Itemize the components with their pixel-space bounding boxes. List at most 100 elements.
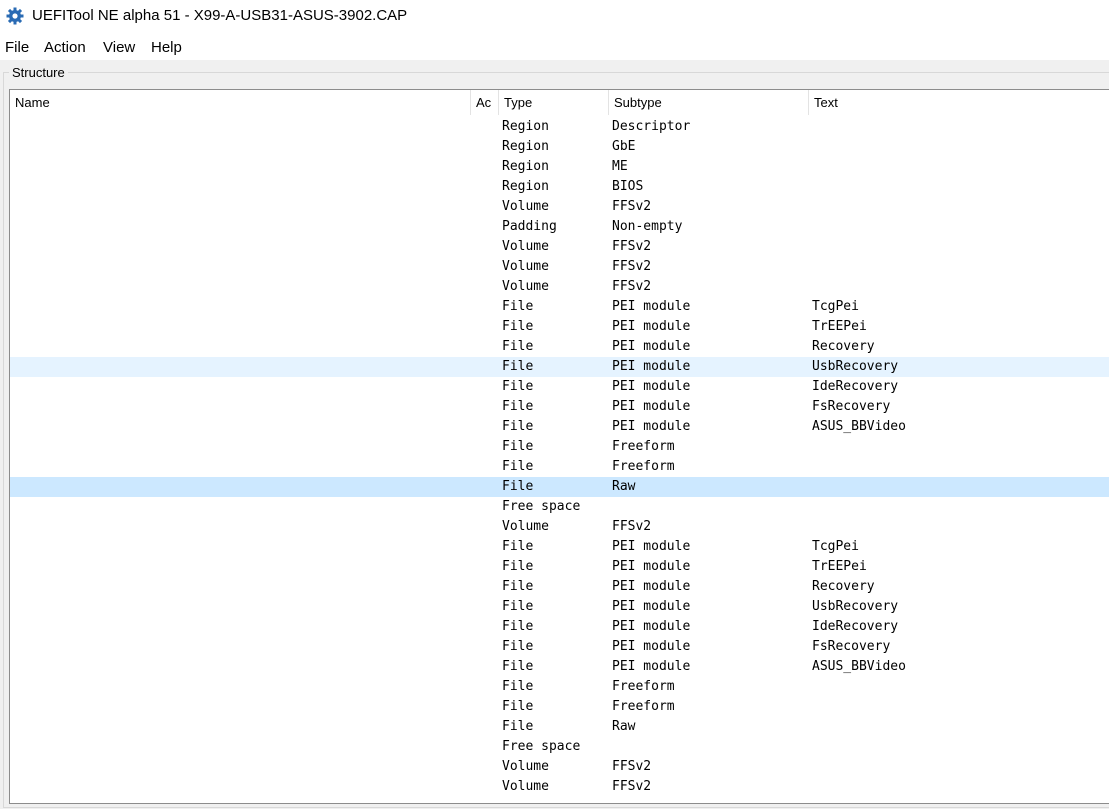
row-subtype: Descriptor	[612, 119, 691, 134]
row-text: ASUS_BBVideo	[812, 419, 906, 434]
row-text: UsbRecovery	[812, 359, 899, 374]
row-subtype: PEI module	[612, 399, 691, 414]
tree-row[interactable]: ›EfiFirmwareFileSystem2GuidVolumeFFSv2	[10, 237, 1109, 257]
row-subtype: PEI module	[612, 619, 691, 634]
tree-row[interactable]: ME regionRegionME	[10, 157, 1109, 177]
row-subtype: FFSv2	[612, 759, 652, 774]
tree-row[interactable]: ›UsbBotPeiFilePEI moduleUsbRecovery	[10, 597, 1109, 617]
column-header-type[interactable]: Type	[499, 90, 609, 115]
row-type: Free space	[502, 739, 581, 754]
row-subtype: GbE	[612, 139, 636, 154]
tree-row[interactable]: ›7ECD9C20-68B9-4A6F-B515-D64FF500B109Fil…	[10, 637, 1109, 657]
row-type: File	[502, 439, 534, 454]
row-type: Free space	[502, 499, 581, 514]
row-subtype: PEI module	[612, 379, 691, 394]
row-text: TrEEPei	[812, 559, 867, 574]
tree-row[interactable]: ›TcgPeiFilePEI moduleTcgPei	[10, 297, 1109, 317]
menu-file[interactable]: File	[5, 39, 29, 56]
row-subtype: FFSv2	[612, 259, 652, 274]
row-type: File	[502, 399, 534, 414]
tree-row[interactable]: ›9A1E0C57-9FA9-437B-84E6-8254FEF3ACE3Fil…	[10, 457, 1109, 477]
row-text: FsRecovery	[812, 399, 891, 414]
tree-row[interactable]: ›E1AF9F5B-7CDE-4F98-91ED-5E67868282B8Fil…	[10, 417, 1109, 437]
row-subtype: Raw	[612, 719, 636, 734]
row-type: File	[502, 679, 534, 694]
row-subtype: FFSv2	[612, 199, 652, 214]
menu-help[interactable]: Help	[151, 39, 182, 56]
tree-row[interactable]: Volume free spaceFree space	[10, 497, 1109, 517]
row-subtype: Raw	[612, 479, 636, 494]
row-type: File	[502, 359, 534, 374]
tree-row[interactable]: ›5C60F367-A505-419A-859E-2A4FF6CA6FE5Vol…	[10, 257, 1109, 277]
row-type: File	[502, 639, 534, 654]
tree-row[interactable]: ∨EfiFirmwareFileSystem2GuidVolumeFFSv2	[10, 277, 1109, 297]
tree-row[interactable]: ›10C22623-DB6F-4721-AA30-4C12AF4230A7Fil…	[10, 377, 1109, 397]
tree-row[interactable]: ›EfiFirmwareFileSystem2GuidVolumeFFSv2	[10, 197, 1109, 217]
tree-row[interactable]: ›961C19BE-D1AC-4BA7-87AF-4AE0F09DF2A6Fil…	[10, 557, 1109, 577]
row-subtype: FFSv2	[612, 239, 652, 254]
window-title: UEFITool NE alpha 51 - X99-A-USB31-ASUS-…	[32, 7, 408, 24]
row-type: File	[502, 459, 534, 474]
row-type: Volume	[502, 239, 549, 254]
tree-row[interactable]: PaddingPaddingNon-empty	[10, 217, 1109, 237]
tree-row[interactable]: ›961C19BE-D1AC-4BA7-87AF-4AE0F09DF2A6Fil…	[10, 317, 1109, 337]
row-subtype: Freeform	[612, 439, 675, 454]
tree-row[interactable]: ›TcgPeiFilePEI moduleTcgPei	[10, 537, 1109, 557]
row-type: Volume	[502, 199, 549, 214]
structure-tree[interactable]: Name Ac Type Subtype Text Descriptor reg…	[9, 89, 1109, 804]
column-header-ac[interactable]: Ac	[471, 90, 499, 115]
menu-action[interactable]: Action	[44, 39, 86, 56]
row-text: UsbRecovery	[812, 599, 899, 614]
tree-row[interactable]: ›DACF705C-71DF-497D-AABE-10186B2E1DDEFil…	[10, 577, 1109, 597]
row-subtype: PEI module	[612, 559, 691, 574]
row-type: Volume	[502, 259, 549, 274]
row-subtype: PEI module	[612, 319, 691, 334]
row-type: Volume	[502, 759, 549, 774]
tree-row[interactable]: ∨BIOS regionRegionBIOS	[10, 177, 1109, 197]
tree-row[interactable]: Descriptor regionRegionDescriptor	[10, 117, 1109, 137]
tree-row[interactable]: ›E1AF9F5B-7CDE-4F98-91ED-5E67868282B8Fil…	[10, 657, 1109, 677]
row-subtype: PEI module	[612, 599, 691, 614]
column-header-subtype[interactable]: Subtype	[609, 90, 809, 115]
row-subtype: ME	[612, 159, 628, 174]
tree-row[interactable]: MicrocodeFileRaw	[10, 717, 1109, 737]
row-subtype: Freeform	[612, 679, 675, 694]
column-header-text[interactable]: Text	[809, 90, 1109, 115]
tree-row[interactable]: ›61C0F511-A691-4F54-974F-B9A42172CE53Vol…	[10, 757, 1109, 777]
column-header-name[interactable]: Name	[10, 90, 471, 115]
tree-row[interactable]: ›61C0F511-A691-4F54-974F-B9A42172CE53Vol…	[10, 777, 1109, 797]
structure-group-title: Structure	[9, 65, 68, 80]
tree-row[interactable]: ›532CED8F-1BA8-46CB-A437-C6C2E9058A5AFil…	[10, 677, 1109, 697]
row-type: File	[502, 619, 534, 634]
row-text: TcgPei	[812, 539, 859, 554]
tree-row[interactable]: GbE regionRegionGbE	[10, 137, 1109, 157]
tree-row[interactable]: ›DACF705C-71DF-497D-AABE-10186B2E1DDEFil…	[10, 337, 1109, 357]
row-text: ASUS_BBVideo	[812, 659, 906, 674]
tree-row[interactable]: ›10C22623-DB6F-4721-AA30-4C12AF4230A7Fil…	[10, 617, 1109, 637]
tree-row[interactable]: MicrocodeFileRaw	[10, 477, 1109, 497]
tree-row[interactable]: ∨EfiFirmwareFileSystem2GuidVolumeFFSv2	[10, 517, 1109, 537]
row-subtype: PEI module	[612, 639, 691, 654]
row-type: File	[502, 579, 534, 594]
row-type: File	[502, 659, 534, 674]
row-subtype: FFSv2	[612, 519, 652, 534]
tree-row[interactable]: ›7ECD9C20-68B9-4A6F-B515-D64FF500B109Fil…	[10, 397, 1109, 417]
row-text: Recovery	[812, 579, 875, 594]
row-text: IdeRecovery	[812, 619, 899, 634]
tree-row[interactable]: ›532CED8F-1BA8-46CB-A437-C6C2E9058A5AFil…	[10, 437, 1109, 457]
row-subtype: PEI module	[612, 539, 691, 554]
row-subtype: FFSv2	[612, 779, 652, 794]
gear-icon[interactable]	[6, 7, 24, 25]
row-type: Region	[502, 179, 549, 194]
menu-view[interactable]: View	[103, 39, 135, 56]
menu-bar: File Action View Help	[0, 36, 1109, 60]
row-subtype: FFSv2	[612, 279, 652, 294]
row-type: File	[502, 339, 534, 354]
row-type: File	[502, 559, 534, 574]
row-subtype: Non-empty	[612, 219, 683, 234]
tree-row[interactable]: ›UsbBotPeiFilePEI moduleUsbRecovery	[10, 357, 1109, 377]
row-subtype: PEI module	[612, 579, 691, 594]
row-type: File	[502, 539, 534, 554]
tree-row[interactable]: Volume free spaceFree space	[10, 737, 1109, 757]
tree-row[interactable]: ›9A1E0C57-9FA9-437B-84E6-8254FEF3ACE3Fil…	[10, 697, 1109, 717]
